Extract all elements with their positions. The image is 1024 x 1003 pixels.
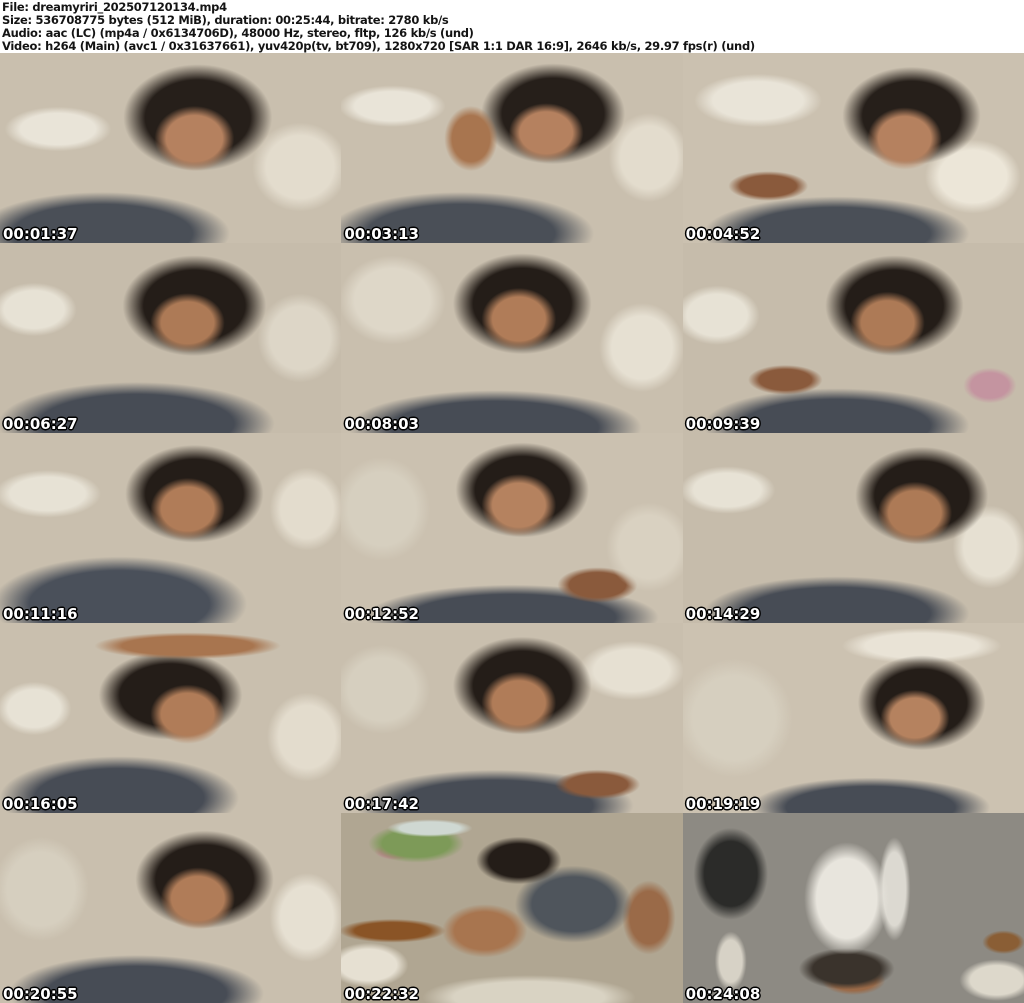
- timestamp-overlay: 00:11:16: [3, 605, 78, 623]
- thumbnail-image-placeholder-person-looking-up-dog-sleeping-left: [0, 433, 342, 623]
- timestamp-overlay: 00:24:08: [685, 985, 761, 1003]
- video-thumbnail[interactable]: 00:19:19: [682, 623, 1024, 813]
- timestamp-overlay: 00:04:52: [685, 225, 761, 243]
- video-thumbnail[interactable]: 00:06:27: [0, 243, 342, 433]
- timestamp-overlay: 00:12:52: [344, 605, 419, 623]
- timestamp-overlay: 00:17:42: [344, 795, 419, 813]
- thumbnail-image-placeholder-person-smiling-floral-bedding-right: [341, 433, 683, 623]
- thumbnail-image-placeholder-person-resting-dog-on-left: [0, 243, 342, 433]
- thumbnail-image-placeholder-person-face-centered-on-bed: [341, 623, 683, 813]
- thumbnail-image-placeholder-person-mouth-open-dog-curled-top-left: [682, 53, 1024, 243]
- video-thumbnail[interactable]: 00:20:55: [0, 813, 342, 1003]
- timestamp-overlay: 00:03:13: [344, 225, 419, 243]
- video-thumbnail[interactable]: 00:08:03: [341, 243, 683, 433]
- timestamp-overlay: 00:01:37: [3, 225, 78, 243]
- thumbnail-image-placeholder-person-talking-hand-raised-dog-on-left: [341, 53, 683, 243]
- thumbnail-image-placeholder-person-face-right-white-pillows-top: [682, 623, 1024, 813]
- video-thumbnail[interactable]: 00:17:42: [341, 623, 683, 813]
- thumbnail-image-placeholder-person-talking-on-bed: [0, 813, 342, 1003]
- thumbnail-contact-sheet: File: dreamyriri_202507120134.mp4 Size: …: [0, 0, 1024, 1003]
- thumbnail-image-placeholder-person-arm-over-head-dog-left: [0, 623, 342, 813]
- thumbnail-image-placeholder-person-bending-over-bed-landscape-painting-on-wall: [341, 813, 683, 1003]
- video-thumbnail[interactable]: 00:24:08: [682, 813, 1024, 1003]
- thumbnail-image-placeholder-bedroom-doorway-framed-bunny-art-person-bending: [682, 813, 1024, 1003]
- timestamp-overlay: 00:16:05: [3, 795, 78, 813]
- timestamp-overlay: 00:22:32: [344, 985, 419, 1003]
- video-info-line: Video: h264 (Main) (avc1 / 0x31637661), …: [2, 39, 755, 53]
- timestamp-overlay: 00:20:55: [3, 985, 78, 1003]
- timestamp-overlay: 00:06:27: [3, 415, 78, 433]
- thumbnail-image-placeholder-person-face-centered-on-bed: [341, 243, 683, 433]
- thumbnail-image-placeholder-person-face-dog-left-floral-pillow-right: [682, 243, 1024, 433]
- thumbnail-grid: 00:01:37 00:03:13 00:04:52 00:06:27 00:0…: [0, 53, 1024, 1003]
- media-info-header: File: dreamyriri_202507120134.mp4 Size: …: [0, 0, 1024, 53]
- thumbnail-image-placeholder-person-face-right-dog-left: [682, 433, 1024, 623]
- video-thumbnail[interactable]: 00:11:16: [0, 433, 342, 623]
- video-thumbnail[interactable]: 00:04:52: [682, 53, 1024, 243]
- timestamp-overlay: 00:19:19: [685, 795, 761, 813]
- video-thumbnail[interactable]: 00:03:13: [341, 53, 683, 243]
- timestamp-overlay: 00:09:39: [685, 415, 761, 433]
- video-thumbnail[interactable]: 00:16:05: [0, 623, 342, 813]
- timestamp-overlay: 00:08:03: [344, 415, 419, 433]
- video-thumbnail[interactable]: 00:14:29: [682, 433, 1024, 623]
- video-thumbnail[interactable]: 00:22:32: [341, 813, 683, 1003]
- video-thumbnail[interactable]: 00:09:39: [682, 243, 1024, 433]
- video-thumbnail[interactable]: 00:12:52: [341, 433, 683, 623]
- timestamp-overlay: 00:14:29: [685, 605, 761, 623]
- video-thumbnail[interactable]: 00:01:37: [0, 53, 342, 243]
- thumbnail-image-placeholder-person-lying-on-bed-with-white-dog: [0, 53, 342, 243]
